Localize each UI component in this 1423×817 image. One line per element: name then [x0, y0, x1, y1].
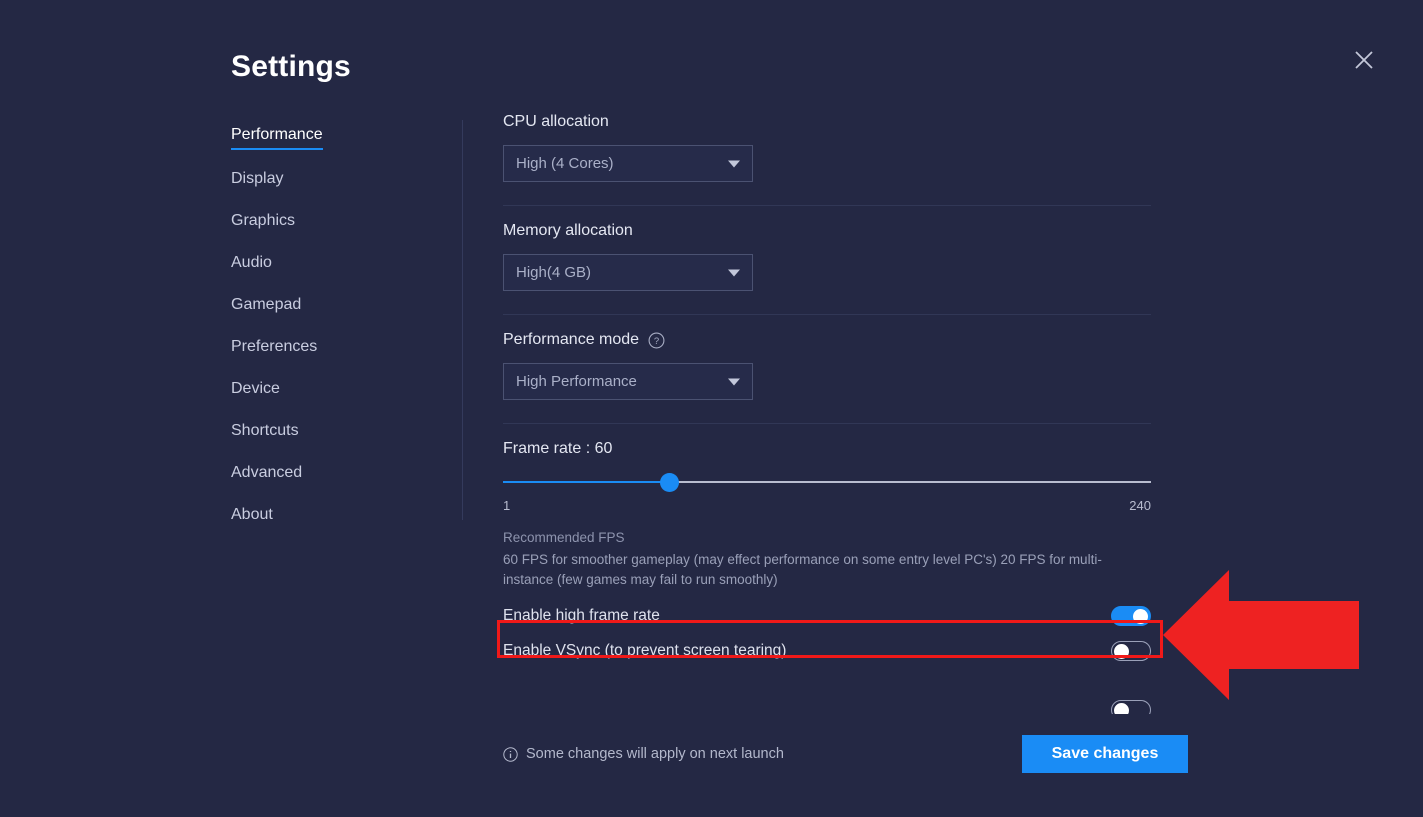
save-changes-button[interactable]: Save changes [1022, 735, 1188, 773]
svg-text:?: ? [654, 336, 659, 347]
close-icon[interactable] [1350, 46, 1378, 74]
page-title: Settings [231, 50, 351, 83]
memory-allocation-section: Memory allocation High(4 GB) [503, 206, 1151, 291]
sidebar-item-about[interactable]: About [231, 505, 273, 528]
sidebar-item-audio[interactable]: Audio [231, 253, 272, 276]
sidebar-item-display[interactable]: Display [231, 169, 283, 192]
enable-vsync-label: Enable VSync (to prevent screen tearing) [503, 641, 787, 659]
sidebar-item-advanced[interactable]: Advanced [231, 463, 302, 486]
slider-min-label: 1 [503, 498, 511, 513]
info-icon [503, 746, 518, 762]
enable-high-frame-rate-row[interactable]: Enable high frame rate [503, 598, 1151, 633]
performance-mode-value: High Performance [516, 373, 637, 390]
enable-vsync-row[interactable]: Enable VSync (to prevent screen tearing) [503, 633, 1151, 668]
performance-mode-section: Performance mode ? High Performance [503, 315, 1151, 400]
sidebar-item-graphics[interactable]: Graphics [231, 211, 295, 234]
frame-rate-slider[interactable] [503, 472, 1151, 492]
settings-dialog: Settings Performance Display Graphics Au… [0, 0, 1423, 817]
enable-high-frame-rate-label: Enable high frame rate [503, 606, 660, 624]
slider-thumb[interactable] [659, 473, 679, 492]
slider-range-labels: 1 240 [503, 498, 1151, 513]
chevron-down-icon [728, 378, 740, 385]
frame-rate-label: Frame rate : 60 [503, 440, 613, 457]
sidebar-item-gamepad[interactable]: Gamepad [231, 295, 301, 318]
footer-note-text: Some changes will apply on next launch [526, 746, 784, 762]
toggle-knob [1114, 703, 1129, 714]
memory-allocation-label: Memory allocation [503, 222, 633, 239]
performance-mode-label: Performance mode ? [503, 331, 1151, 349]
toggle-knob [1133, 608, 1148, 624]
sidebar-item-preferences[interactable]: Preferences [231, 337, 317, 360]
sidebar-item-shortcuts[interactable]: Shortcuts [231, 421, 299, 444]
cpu-allocation-section: CPU allocation High (4 Cores) [503, 113, 1151, 182]
dialog-footer: Some changes will apply on next launch S… [503, 735, 1188, 773]
sidebar-item-performance[interactable]: Performance [231, 125, 323, 150]
chevron-down-icon [728, 269, 740, 276]
sidebar-divider [462, 120, 463, 520]
footer-note: Some changes will apply on next launch [503, 746, 784, 762]
sidebar-item-device[interactable]: Device [231, 379, 280, 402]
enable-high-frame-rate-toggle[interactable] [1111, 605, 1151, 626]
settings-sidebar: Performance Display Graphics Audio Gamep… [231, 125, 441, 547]
chevron-down-icon [728, 160, 740, 167]
annotation-arrow-left-icon [1163, 570, 1359, 705]
cpu-allocation-select[interactable]: High (4 Cores) [503, 145, 753, 182]
slider-max-label: 240 [1129, 498, 1151, 513]
question-mark-icon[interactable]: ? [648, 332, 665, 349]
performance-mode-select[interactable]: High Performance [503, 363, 753, 400]
cpu-allocation-value: High (4 Cores) [516, 155, 614, 172]
clipped-toggle-row [503, 700, 1151, 714]
performance-mode-label-text: Performance mode [503, 331, 640, 348]
toggle-knob [1114, 643, 1129, 659]
frame-rate-section: Frame rate : 60 1 240 Recommended FPS 60… [503, 424, 1151, 590]
memory-allocation-select[interactable]: High(4 GB) [503, 254, 753, 291]
recommended-fps-title: Recommended FPS [503, 530, 625, 545]
cpu-allocation-label: CPU allocation [503, 113, 609, 130]
recommended-fps-body: 60 FPS for smoother gameplay (may effect… [503, 552, 1102, 587]
slider-fill [503, 481, 669, 483]
memory-allocation-value: High(4 GB) [516, 264, 592, 281]
settings-content: CPU allocation High (4 Cores) Memory all… [503, 113, 1151, 668]
clipped-toggle[interactable] [1111, 700, 1151, 714]
enable-vsync-toggle[interactable] [1111, 640, 1151, 661]
